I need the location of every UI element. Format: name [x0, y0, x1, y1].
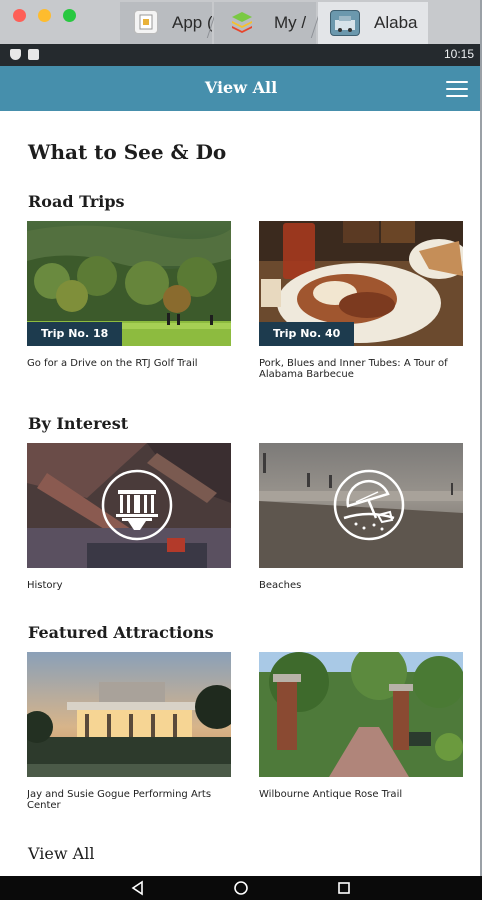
rose-trail-image	[259, 652, 463, 777]
interest-card[interactable]: Beaches	[259, 443, 463, 591]
tab-bluestacks[interactable]: My /	[214, 2, 316, 44]
beaches-image	[259, 443, 463, 568]
beach-umbrella-icon	[332, 468, 406, 542]
history-image	[27, 443, 231, 568]
card-caption: Pork, Blues and Inner Tubes: A Tour of	[259, 358, 448, 369]
hamburger-menu-icon[interactable]	[446, 80, 468, 98]
card-caption: Beaches	[259, 580, 302, 591]
main-content[interactable]: What to See & Do Road Trips Trip No. 18 …	[0, 111, 480, 876]
status-bar: 10:15	[0, 44, 482, 66]
road-trip-card[interactable]: Trip No. 18 Go for a Drive on the RTJ Go…	[27, 221, 231, 369]
shield-icon	[10, 49, 21, 60]
card-caption: Wilbourne Antique Rose Trail	[259, 789, 403, 800]
attraction-card[interactable]: Wilbourne Antique Rose Trail	[259, 652, 463, 800]
tab-label: Alaba	[374, 13, 418, 32]
card-caption-line2: Alabama Barbecue	[259, 369, 354, 380]
android-navigation-bar	[0, 876, 482, 900]
close-window-button[interactable]	[13, 9, 26, 22]
attraction-card[interactable]: Jay and Susie Gogue Performing Arts Cent…	[27, 652, 231, 811]
section-title-featured-attractions: Featured Attractions	[28, 623, 214, 642]
back-icon[interactable]	[130, 880, 146, 896]
app-store-icon	[134, 10, 158, 34]
performing-arts-center-image	[27, 652, 231, 777]
app-bar-title: View All	[204, 78, 278, 97]
zoom-window-button[interactable]	[63, 9, 76, 22]
tab-label: App (	[172, 13, 212, 32]
app-bar: View All	[0, 66, 482, 111]
view-all-link[interactable]: View All	[28, 844, 94, 863]
trip-badge: Trip No. 18	[27, 322, 123, 346]
bluestacks-icon	[230, 10, 254, 34]
card-caption: History	[27, 580, 63, 591]
tab-app-store[interactable]: App (	[120, 2, 212, 44]
card-caption: Jay and Susie Gogue Performing Arts	[27, 789, 212, 800]
minimize-window-button[interactable]	[38, 9, 51, 22]
section-title-by-interest: By Interest	[28, 414, 129, 433]
status-time: 10:15	[443, 47, 474, 61]
barbecue-image: Trip No. 40	[259, 221, 463, 346]
home-icon[interactable]	[233, 880, 249, 896]
tab-label: My /	[274, 13, 307, 32]
interest-card[interactable]: History	[27, 443, 231, 591]
alabama-app-icon	[330, 10, 360, 36]
road-trip-card[interactable]: Trip No. 40 Pork, Blues and Inner Tubes:…	[259, 221, 463, 380]
section-title-road-trips: Road Trips	[28, 192, 125, 211]
recent-apps-icon[interactable]	[336, 880, 352, 896]
card-caption: Go for a Drive on the RTJ Golf Trail	[27, 358, 198, 369]
tab-alabama[interactable]: Alaba	[318, 2, 428, 44]
monument-building-icon	[100, 468, 174, 542]
card-caption-line2: Center	[27, 800, 61, 811]
golf-trail-image: Trip No. 18	[27, 221, 231, 346]
page-title: What to See & Do	[28, 140, 227, 164]
window-titlebar: App ( My / Alaba	[0, 0, 482, 44]
notification-icon	[28, 49, 39, 60]
trip-badge: Trip No. 40	[259, 322, 355, 346]
